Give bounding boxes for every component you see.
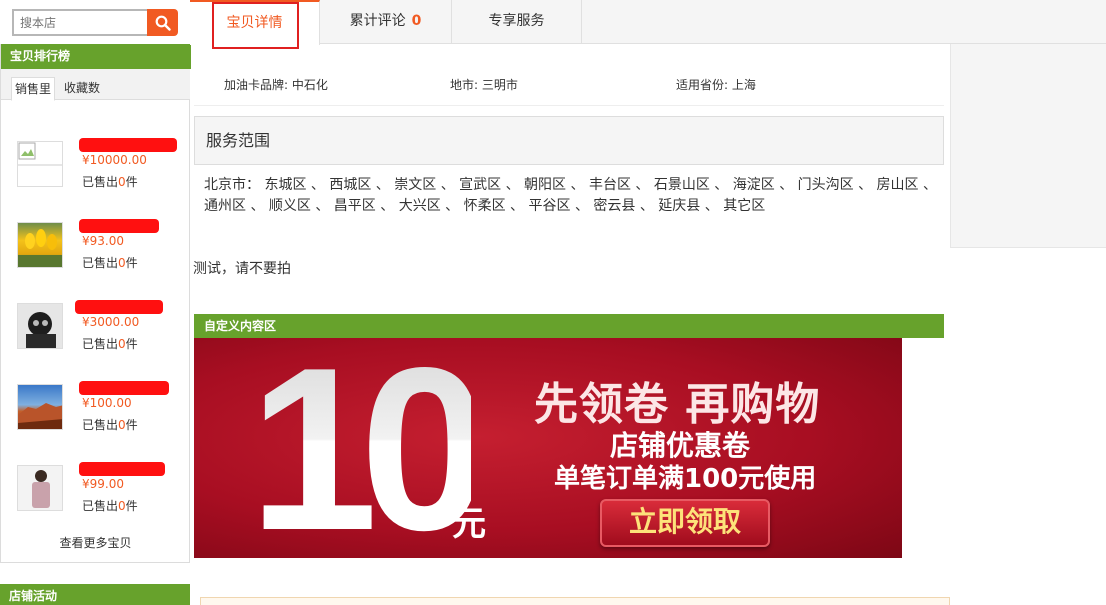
redacted-title [79, 381, 169, 395]
tab-sales[interactable]: 销售里 [11, 77, 56, 101]
tab-service[interactable]: 专享服务 [452, 0, 582, 44]
service-area-line: 通州区 、 顺义区 、 昌平区 、 大兴区 、 怀柔区 、 平谷区 、 密云县 … [204, 198, 766, 214]
banner-condition: 单笔订单满100元使用 [554, 464, 817, 494]
redacted-title [79, 219, 159, 233]
sold-number: 0 [118, 337, 126, 351]
sold-prefix: 已售出 [82, 337, 119, 351]
redacted-title [79, 462, 165, 476]
bottom-notice-strip [200, 597, 950, 605]
sold-count: 已售出0件 [82, 335, 138, 352]
product-thumbnail[interactable] [17, 465, 63, 511]
sold-prefix: 已售出 [82, 175, 119, 189]
sold-suffix: 件 [125, 337, 138, 351]
tab-service-label: 专享服务 [488, 13, 545, 29]
redacted-title [75, 300, 163, 314]
shop-activity-title: 店铺活动 [0, 584, 190, 605]
price: ¥93.00 [82, 234, 124, 248]
detail-tabbar: 宝贝详情 累计评论 0 专享服务 [190, 0, 1106, 45]
sold-prefix: 已售出 [82, 256, 119, 270]
rank-panel-title: 宝贝排行榜 [1, 44, 191, 69]
sold-suffix: 件 [125, 499, 138, 513]
view-more-link[interactable]: 查看更多宝贝 [1, 534, 190, 551]
sold-count: 已售出0件 [82, 416, 138, 433]
shop-search [12, 9, 178, 36]
sold-number: 0 [118, 175, 126, 189]
description-text: 测试，请不要拍 [193, 261, 291, 277]
search-button[interactable] [147, 9, 178, 36]
service-area-line: 北京市： 东城区 、 西城区 、 崇文区 、 宣武区 、 朝阳区 、 丰台区 、… [204, 177, 938, 193]
banner-title: 先领卷 再购物 [534, 379, 821, 430]
sold-suffix: 件 [125, 256, 138, 270]
coupon-banner[interactable]: 10 元 先领卷 再购物 店铺优惠卷 单笔订单满100元使用 立即领取 [194, 338, 902, 558]
landscape-image [18, 403, 62, 429]
rank-item[interactable]: ¥100.00 已售出0件 [1, 381, 190, 454]
product-thumbnail[interactable] [17, 141, 63, 187]
sold-suffix: 件 [125, 418, 138, 432]
sold-number: 0 [118, 256, 126, 270]
tab-reviews[interactable]: 累计评论 0 [320, 0, 452, 44]
rank-item[interactable]: ¥3000.00 已售出0件 [1, 300, 190, 373]
tab-reviews-label: 累计评论 [349, 13, 406, 29]
rank-item[interactable]: ¥99.00 已售出0件 [1, 462, 190, 535]
service-scope-title: 服务范围 [194, 116, 944, 165]
price: ¥100.00 [82, 396, 132, 410]
sold-suffix: 件 [125, 175, 138, 189]
search-input[interactable] [12, 9, 148, 36]
claim-coupon-button[interactable]: 立即领取 [600, 499, 770, 547]
clothing-image [18, 466, 62, 510]
reviews-count: 0 [411, 13, 422, 29]
divider [194, 105, 944, 106]
rank-item[interactable]: ¥93.00 已售出0件 [1, 219, 190, 292]
product-thumbnail[interactable] [17, 222, 63, 268]
sold-prefix: 已售出 [82, 418, 119, 432]
redacted-title [79, 138, 177, 152]
rank-item[interactable]: ¥10000.00 已售出0件 [1, 138, 190, 211]
attr-province: 适用省份: 上海 [676, 78, 756, 92]
product-thumbnail[interactable] [17, 384, 63, 430]
tab-favorites[interactable]: 收藏数 [61, 77, 103, 101]
search-icon [155, 15, 171, 31]
sold-prefix: 已售出 [82, 499, 119, 513]
price: ¥10000.00 [82, 153, 147, 167]
sold-number: 0 [118, 499, 126, 513]
flower-image [18, 229, 62, 267]
product-thumbnail[interactable] [17, 303, 63, 349]
price: ¥99.00 [82, 477, 124, 491]
price: ¥3000.00 [82, 315, 140, 329]
custom-area-title: 自定义内容区 [194, 314, 944, 338]
service-area-list: 北京市： 东城区 、 西城区 、 崇文区 、 宣武区 、 朝阳区 、 丰台区 、… [204, 175, 939, 217]
sold-number: 0 [118, 418, 126, 432]
attr-city: 地市: 三明市 [450, 78, 518, 92]
broken-image-icon [18, 142, 62, 166]
tab-item-detail-label: 宝贝详情 [226, 15, 283, 31]
sold-count: 已售出0件 [82, 254, 138, 271]
attr-brand: 加油卡品牌: 中石化 [224, 78, 328, 92]
sold-count: 已售出0件 [82, 497, 138, 514]
portrait-image [18, 304, 62, 348]
banner-unit: 元 [452, 504, 486, 544]
banner-amount: 10 [249, 338, 489, 558]
sidebar: 宝贝排行榜 销售里 收藏数 ¥10000.00 已售出0件 [0, 0, 191, 605]
rank-tabs: 销售里 收藏数 [1, 69, 190, 101]
rank-panel: 宝贝排行榜 销售里 收藏数 ¥10000.00 已售出0件 ¥93.00 已售出… [0, 44, 191, 563]
tab-item-detail[interactable]: 宝贝详情 [190, 0, 320, 45]
right-side-panel [950, 44, 1106, 248]
sold-count: 已售出0件 [82, 173, 138, 190]
